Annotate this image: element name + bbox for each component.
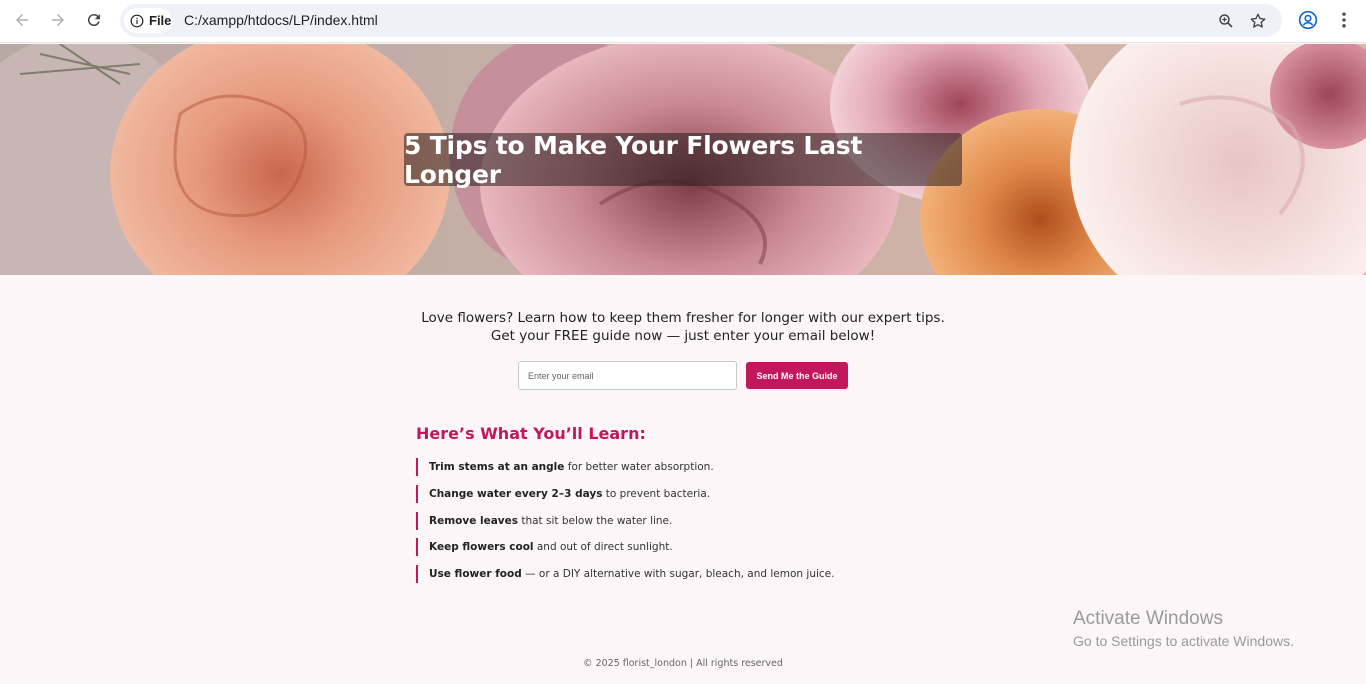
tip-bold: Change water every 2–3 days (429, 487, 603, 500)
site-info-label: File (149, 13, 172, 28)
site-info-chip[interactable]: File (124, 8, 172, 33)
tip-item: Keep flowers cool and out of direct sunl… (416, 538, 976, 557)
tip-bold: Keep flowers cool (429, 541, 534, 554)
hero-title-box: 5 Tips to Make Your Flowers Last Longer (404, 130, 962, 189)
tip-bold: Use flower food (429, 568, 522, 581)
kebab-menu-icon (1342, 12, 1346, 28)
tip-rest: and out of direct sunlight. (533, 541, 673, 554)
learn-heading: Here’s What You’ll Learn: (416, 424, 646, 443)
tips-list: Trim stems at an angle for better water … (416, 458, 976, 592)
tip-item: Trim stems at an angle for better water … (416, 458, 976, 476)
tip-bold: Trim stems at an angle (429, 461, 565, 473)
bookmark-button[interactable] (1248, 11, 1268, 31)
menu-button[interactable] (1332, 8, 1356, 32)
profile-button[interactable] (1296, 8, 1320, 32)
forward-button[interactable] (44, 6, 72, 34)
browser-toolbar: File C:/xampp/htdocs/LP/index.html (0, 0, 1366, 43)
intro-line-2: Get your FREE guide now — just enter you… (490, 328, 876, 344)
tip-item: Use flower food — or a DIY alternative w… (416, 565, 976, 584)
tip-bold: Remove leaves (429, 514, 519, 527)
activate-windows-watermark: Activate Windows Go to Settings to activ… (1073, 608, 1294, 652)
tip-rest: for better water absorption. (564, 461, 714, 473)
zoom-button[interactable] (1216, 11, 1236, 31)
tip-rest: that sit below the water line. (518, 514, 673, 527)
profile-icon (1298, 10, 1318, 30)
info-icon (130, 14, 144, 27)
intro-line-1: Love flowers? Learn how to keep them fre… (421, 310, 945, 326)
intro-text: Love flowers? Learn how to keep them fre… (383, 309, 983, 345)
zoom-icon (1219, 14, 1233, 28)
arrow-right-icon (52, 14, 64, 26)
email-input[interactable] (518, 361, 737, 390)
tip-rest: to prevent bacteria. (602, 487, 711, 500)
url-text[interactable]: C:/xampp/htdocs/LP/index.html (184, 12, 378, 28)
watermark-subtitle: Go to Settings to activate Windows. (1073, 633, 1294, 649)
arrow-left-icon (16, 14, 28, 26)
watermark-title: Activate Windows (1073, 608, 1223, 629)
page-title: 5 Tips to Make Your Flowers Last Longer (404, 130, 863, 189)
send-guide-button[interactable]: Send Me the Guide (746, 362, 848, 389)
star-icon (1250, 13, 1266, 28)
footer-text: © 2025 florist_london | All rights reser… (583, 658, 783, 669)
address-bar[interactable]: File C:/xampp/htdocs/LP/index.html (120, 4, 1282, 37)
tip-item: Change water every 2–3 days to prevent b… (416, 484, 976, 503)
tip-rest: — or a DIY alternative with sugar, bleac… (521, 568, 835, 581)
reload-button[interactable] (80, 6, 108, 34)
tip-item: Remove leaves that sit below the water l… (416, 511, 976, 530)
reload-icon (87, 14, 100, 27)
back-button[interactable] (8, 6, 36, 34)
hero-banner: 5 Tips to Make Your Flowers Last Longer (0, 44, 1366, 275)
